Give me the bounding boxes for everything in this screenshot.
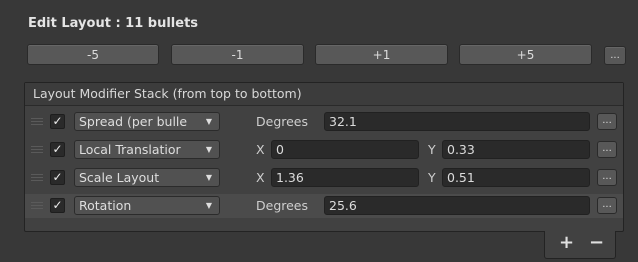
degrees-input[interactable]: 25.6: [324, 196, 590, 215]
enable-checkbox[interactable]: ✓: [50, 114, 65, 129]
degrees-input[interactable]: 32.1: [324, 112, 590, 131]
modifier-type-label: Scale Layout: [79, 170, 160, 185]
modifier-row: ✓ Local Translatior ▼ X 0 Y 0.33 ...: [25, 138, 623, 162]
x-input[interactable]: 0: [271, 140, 419, 159]
edit-layout-panel: Edit Layout : 11 bullets -5 -1 +1 +5 ...…: [16, 8, 632, 260]
modifier-row: ✓ Spread (per bulle ▼ Degrees 32.1 ...: [25, 110, 623, 134]
modifier-type-dropdown[interactable]: Local Translatior ▼: [74, 140, 220, 159]
dropdown-arrow-icon: ▼: [203, 169, 215, 186]
modifier-row: ✓ Scale Layout ▼ X 1.36 Y 0.51 ...: [25, 166, 623, 190]
modifier-row-selected: ✓ Rotation ▼ Degrees 25.6 ...: [25, 194, 623, 218]
y-label: Y: [428, 170, 436, 185]
row-options-button[interactable]: ...: [597, 113, 617, 130]
minus-1-button[interactable]: -1: [171, 44, 304, 65]
degrees-label: Degrees: [256, 114, 309, 129]
dropdown-arrow-icon: ▼: [203, 113, 215, 130]
drag-handle-icon[interactable]: [31, 118, 43, 125]
dropdown-arrow-icon: ▼: [203, 141, 215, 158]
drag-handle-icon[interactable]: [31, 146, 43, 153]
degrees-label: Degrees: [256, 198, 309, 213]
stack-header: Layout Modifier Stack (from top to botto…: [25, 83, 623, 106]
row-options-button[interactable]: ...: [597, 169, 617, 186]
modifier-stack: Layout Modifier Stack (from top to botto…: [24, 82, 624, 232]
enable-checkbox[interactable]: ✓: [50, 198, 65, 213]
dropdown-arrow-icon: ▼: [203, 197, 215, 214]
row-options-button[interactable]: ...: [597, 141, 617, 158]
modifier-type-dropdown[interactable]: Scale Layout ▼: [74, 168, 220, 187]
x-input[interactable]: 1.36: [271, 168, 419, 187]
modifier-type-label: Rotation: [79, 198, 132, 213]
row-options-button[interactable]: ...: [597, 197, 617, 214]
drag-handle-icon[interactable]: [31, 202, 43, 209]
remove-modifier-button[interactable]: −: [589, 233, 604, 253]
x-label: X: [256, 170, 265, 185]
y-input[interactable]: 0.51: [442, 168, 590, 187]
enable-checkbox[interactable]: ✓: [50, 142, 65, 157]
drag-handle-icon[interactable]: [31, 174, 43, 181]
x-label: X: [256, 142, 265, 157]
panel-title: Edit Layout : 11 bullets: [28, 16, 199, 31]
enable-checkbox[interactable]: ✓: [50, 170, 65, 185]
plus-1-button[interactable]: +1: [315, 44, 448, 65]
modifier-type-label: Local Translatior: [79, 142, 181, 157]
y-input[interactable]: 0.33: [442, 140, 590, 159]
modifier-type-label: Spread (per bulle: [79, 114, 188, 129]
modifier-type-dropdown[interactable]: Rotation ▼: [74, 196, 220, 215]
minus-5-button[interactable]: -5: [27, 44, 159, 65]
y-label: Y: [428, 142, 436, 157]
modifier-type-dropdown[interactable]: Spread (per bulle ▼: [74, 112, 220, 131]
add-modifier-button[interactable]: +: [559, 233, 574, 253]
plus-5-button[interactable]: +5: [459, 44, 592, 65]
options-button[interactable]: ...: [604, 46, 626, 65]
stack-footer: + −: [544, 231, 616, 259]
